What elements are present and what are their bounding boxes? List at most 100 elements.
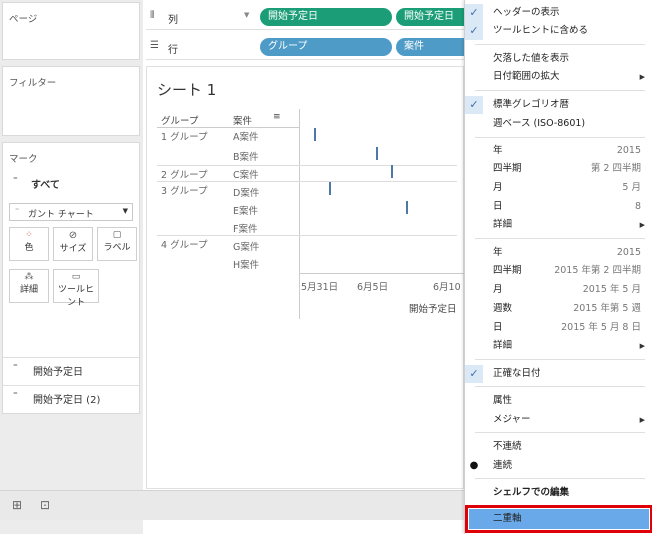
case-label: F案件 [233, 224, 258, 235]
x-tick-label: 5月31日 [301, 282, 339, 293]
tooltip-label: ツールヒント [57, 285, 94, 308]
gantt-mark[interactable] [391, 165, 393, 178]
size-icon: ⊘ [68, 230, 78, 241]
worksheet: シート 1 グループ 案件 ≡ 1 グループ A案件 B案件 2 グループ C案… [146, 66, 465, 489]
rows-icon: ☰ [150, 40, 159, 51]
color-button[interactable]: ⁘ 色 [9, 227, 49, 261]
gantt-mark[interactable] [376, 147, 378, 160]
case-label: B案件 [233, 152, 259, 163]
menu-item-year-continuous[interactable]: 年 2015 [465, 244, 652, 262]
x-tick-label: 6月10 [433, 282, 461, 293]
menu-item-month-continuous[interactable]: 月 2015 年 5 月 [465, 281, 652, 299]
columns-icon: ⦀ [150, 10, 155, 21]
rows-label: 行 [168, 45, 178, 56]
menu-item-attribute[interactable]: 属性 [465, 392, 652, 410]
checkmark-icon: ✓ [465, 4, 483, 22]
mark-type-select[interactable]: ⁼ ガント チャート ▼ [9, 203, 133, 221]
menu-item-exact-date[interactable]: ✓ 正確な日付 [465, 365, 652, 383]
menu-item-gregorian[interactable]: ✓ 標準グレゴリオ暦 [465, 96, 652, 114]
filters-panel: フィルター [2, 66, 140, 136]
menu-item-include-tooltip[interactable]: ✓ ツールヒントに含める [465, 22, 652, 40]
label-button[interactable]: ▢ ラベル [97, 227, 137, 261]
new-datasource-icon[interactable]: ⊞ [12, 498, 22, 512]
marks-all-icon: ⁼ [13, 176, 18, 186]
filters-title: フィルター [9, 78, 57, 89]
tooltip-button[interactable]: ▭ ツールヒント [53, 269, 99, 308]
case-label: C案件 [233, 170, 259, 181]
chevron-down-icon: ▼ [122, 207, 128, 215]
marks-title: マーク [9, 154, 38, 165]
selected-dot-icon: ● [469, 460, 479, 471]
submenu-arrow-icon: ▶ [639, 342, 645, 350]
header-divider [157, 127, 299, 128]
menu-separator [475, 478, 645, 479]
menu-item-discrete[interactable]: 不連続 [465, 438, 652, 456]
submenu-arrow-icon: ▶ [639, 221, 645, 229]
field-row-2[interactable]: ⁼ 開始予定日 (2) [3, 385, 139, 407]
color-label: 色 [24, 243, 34, 253]
x-axis-title: 開始予定日 [409, 304, 457, 315]
sort-icon[interactable]: ≡ [273, 112, 281, 122]
menu-item-extend-date[interactable]: 日付範囲の拡大 ▶ [465, 68, 652, 86]
gantt-mark[interactable] [406, 201, 408, 214]
menu-item-quarter-continuous[interactable]: 四半期 2015 年第 2 四半期 [465, 262, 652, 280]
menu-item-show-header[interactable]: ✓ ヘッダーの表示 [465, 4, 652, 22]
checkmark-icon: ✓ [465, 365, 483, 383]
pages-panel: ページ [2, 2, 140, 60]
case-label: H案件 [233, 260, 260, 271]
menu-item-week-continuous[interactable]: 週数 2015 年第 5 週 [465, 300, 652, 318]
case-label: A案件 [233, 132, 259, 143]
sheet-tab-bar: ⊞ ⊡ [0, 490, 464, 520]
label-label: ラベル [103, 243, 131, 253]
menu-item-more[interactable]: 詳細 ▶ [465, 216, 652, 234]
menu-item-show-missing[interactable]: 欠落した値を表示 [465, 50, 652, 68]
label-icon: ▢ [112, 230, 122, 240]
group-label: 3 グループ [161, 186, 208, 197]
tooltip-icon: ▭ [71, 272, 81, 282]
menu-item-more-continuous[interactable]: 詳細 ▶ [465, 337, 652, 355]
sheet-title: シート 1 [157, 81, 217, 99]
menu-item-month[interactable]: 月 5 月 [465, 179, 652, 197]
field-1-icon: ⁼ [13, 363, 18, 373]
new-sheet-icon[interactable]: ⊡ [40, 498, 50, 512]
gantt-mark[interactable] [314, 128, 316, 141]
field-row-1[interactable]: ⁼ 開始予定日 [3, 357, 139, 379]
gantt-icon: ⁼ [15, 206, 20, 215]
marks-panel: マーク ⁼ すべて ⁼ ガント チャート ▼ ⁘ 色 ⊘ サイズ ▢ ラベル ⁂… [2, 142, 140, 414]
menu-item-dual-axis[interactable]: 二重軸 [465, 505, 652, 533]
group-label: 2 グループ [161, 170, 208, 181]
group-label: 1 グループ [161, 132, 208, 143]
submenu-arrow-icon: ▶ [639, 73, 645, 81]
axis-context-menu: ✓ ヘッダーの表示 ✓ ツールヒントに含める 欠落した値を表示 日付範囲の拡大 … [464, 0, 652, 534]
row-pill-1[interactable]: グループ [260, 38, 392, 56]
submenu-arrow-icon: ▶ [639, 416, 645, 424]
menu-item-continuous[interactable]: ● 連続 [465, 457, 652, 475]
rows-shelf[interactable]: ☰ 行 グループ 案件 [146, 34, 476, 60]
field-2-label: 開始予定日 (2) [33, 395, 101, 406]
menu-item-quarter[interactable]: 四半期 第 2 四半期 [465, 160, 652, 178]
pane-divider [299, 109, 300, 319]
menu-item-iso-week[interactable]: 週ベース (ISO-8601) [465, 115, 652, 133]
size-button[interactable]: ⊘ サイズ [53, 227, 93, 261]
x-tick-label: 6月5日 [357, 282, 389, 293]
columns-label: 列 [168, 15, 178, 26]
menu-item-edit-shelf[interactable]: シェルフでの編集 [465, 484, 652, 502]
group-label: 4 グループ [161, 240, 208, 251]
menu-item-day[interactable]: 日 8 [465, 198, 652, 216]
row-divider [157, 181, 457, 182]
menu-separator [475, 137, 645, 138]
menu-item-measure[interactable]: メジャー ▶ [465, 411, 652, 429]
column-pill-1[interactable]: 開始予定日 [260, 8, 392, 26]
checkmark-icon: ✓ [465, 22, 483, 40]
menu-item-year[interactable]: 年 2015 [465, 142, 652, 160]
menu-item-day-continuous[interactable]: 日 2015 年 5 月 8 日 [465, 319, 652, 337]
menu-separator [475, 44, 645, 45]
mark-type-label: ガント チャート [28, 210, 94, 220]
case-label: D案件 [233, 188, 260, 199]
marks-all-row[interactable]: ⁼ すべて [3, 173, 139, 193]
menu-separator [475, 90, 645, 91]
columns-dropdown-icon[interactable]: ▼ [244, 11, 249, 19]
columns-shelf[interactable]: ⦀ 列 ▼ 開始予定日 開始予定日 [146, 4, 476, 30]
gantt-mark[interactable] [329, 182, 331, 195]
detail-button[interactable]: ⁂ 詳細 [9, 269, 49, 303]
